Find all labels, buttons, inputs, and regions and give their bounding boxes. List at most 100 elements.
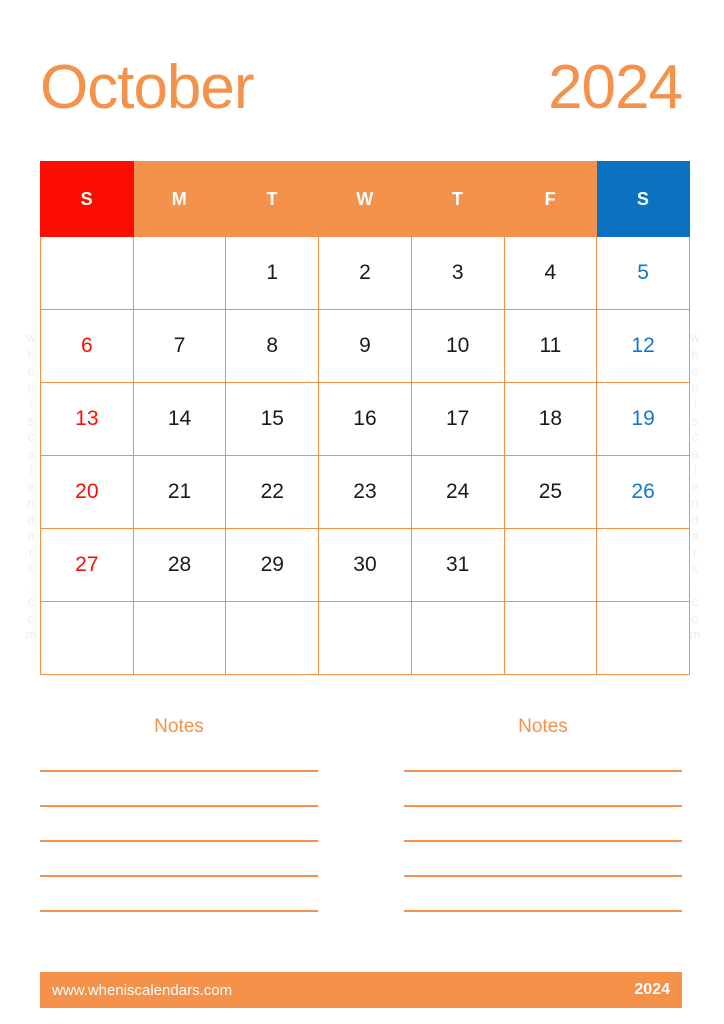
day-cell-31[interactable]: 31 [410, 528, 505, 602]
day-cell-22[interactable]: 22 [225, 455, 320, 529]
weekday-header-5: F [503, 161, 598, 237]
day-cell-10[interactable]: 10 [410, 309, 505, 383]
notes-write-line[interactable] [404, 840, 682, 842]
watermark-char: e [27, 363, 35, 378]
day-cell-27[interactable]: 27 [40, 528, 134, 602]
notes-write-line[interactable] [404, 770, 682, 772]
watermark-char: s [27, 412, 35, 428]
watermark-char: . [29, 577, 33, 593]
watermark-char: d [27, 511, 35, 527]
day-cell-25[interactable]: 25 [503, 455, 598, 529]
day-cell-17[interactable]: 17 [410, 382, 505, 456]
notes-area: Notes Notes [40, 712, 682, 952]
day-cell-30[interactable]: 30 [318, 528, 412, 602]
notes-heading: Notes [518, 716, 568, 737]
day-cell-3[interactable]: 3 [410, 236, 505, 310]
day-cell-11[interactable]: 11 [503, 309, 598, 383]
day-cell-14[interactable]: 14 [132, 382, 227, 456]
year-title: 2024 [548, 53, 683, 122]
day-cell-12[interactable]: 12 [596, 309, 690, 383]
notes-write-line[interactable] [40, 910, 318, 912]
watermark-char: c [27, 429, 35, 444]
day-cell-15[interactable]: 15 [225, 382, 320, 456]
day-cell-1[interactable]: 1 [225, 236, 320, 310]
footer-year: 2024 [634, 981, 670, 998]
watermark-char: a [27, 528, 35, 543]
day-cell-26[interactable]: 26 [596, 455, 690, 529]
calendar-page: wheniscalendars.com wheniscalendars.com … [0, 0, 724, 1024]
calendar-grid: SMTWTFS 1 2 3 4 5 6 7 8 9 10 11 12 13 14 15 16 17 18 19 20 2… [40, 161, 690, 675]
watermark-char: r [28, 544, 34, 560]
watermark-char: w [26, 330, 36, 345]
day-cell-7[interactable]: 7 [132, 309, 227, 383]
week-row: 6 7 8 9 10 11 12 [40, 309, 690, 383]
day-cell-empty [596, 528, 690, 602]
watermark-char: l [29, 462, 33, 477]
notes-column-1: Notes [40, 712, 318, 952]
day-cell-empty [132, 601, 227, 675]
watermark-char: e [27, 478, 35, 494]
calendar-title: October 2024 [40, 48, 683, 128]
watermark-char: o [27, 610, 35, 626]
notes-write-line[interactable] [40, 875, 318, 877]
day-cell-13[interactable]: 13 [40, 382, 134, 456]
day-cell-empty [225, 601, 320, 675]
watermark-char: a [27, 445, 35, 461]
day-cell-4[interactable]: 4 [503, 236, 598, 310]
day-cell-2[interactable]: 2 [318, 236, 412, 310]
notes-write-line[interactable] [404, 875, 682, 877]
weekday-header-2: T [225, 161, 320, 237]
watermark-char: s [27, 561, 35, 576]
day-cell-29[interactable]: 29 [225, 528, 320, 602]
notes-heading: Notes [154, 716, 204, 737]
notes-write-line[interactable] [40, 840, 318, 842]
week-row: 13 14 15 16 17 18 19 [40, 382, 690, 456]
day-cell-empty [132, 236, 227, 310]
week-row: 12345 [40, 236, 690, 310]
day-cell-empty [503, 601, 598, 675]
notes-write-line[interactable] [404, 910, 682, 912]
watermark-char: n [27, 495, 35, 510]
day-cell-empty [318, 601, 412, 675]
weekday-header-6: S [596, 161, 690, 237]
day-cell-empty [503, 528, 598, 602]
day-cell-21[interactable]: 21 [132, 455, 227, 529]
day-cell-5[interactable]: 5 [596, 236, 690, 310]
day-cell-24[interactable]: 24 [410, 455, 505, 529]
month-title: October [40, 53, 255, 122]
day-cell-18[interactable]: 18 [503, 382, 598, 456]
weekday-header-0: S [40, 161, 134, 237]
day-cell-8[interactable]: 8 [225, 309, 320, 383]
weekday-header-4: T [410, 161, 505, 237]
day-cell-23[interactable]: 23 [318, 455, 412, 529]
watermark-char: h [27, 346, 35, 362]
day-cell-20[interactable]: 20 [40, 455, 134, 529]
day-cell-28[interactable]: 28 [132, 528, 227, 602]
day-cell-empty [410, 601, 505, 675]
watermark-char: m [25, 627, 37, 642]
footer-website[interactable]: www.wheniscalendars.com [52, 982, 232, 999]
weekday-header-3: W [318, 161, 412, 237]
watermark-char: i [29, 396, 33, 411]
notes-column-2: Notes [404, 712, 682, 952]
notes-write-line[interactable] [40, 770, 318, 772]
watermark-char: c [27, 594, 35, 609]
calendar-body: 1 2 3 4 5 6 7 8 9 10 11 12 13 14 15 16 17 18 19 20 21 22 23 24 2… [40, 236, 690, 675]
weekday-header-row: SMTWTFS [40, 161, 690, 237]
notes-write-line[interactable] [40, 805, 318, 807]
watermark-char: n [27, 379, 35, 395]
week-row: 20 21 22 23 24 25 26 [40, 455, 690, 529]
notes-write-line[interactable] [404, 805, 682, 807]
day-cell-empty [40, 236, 134, 310]
weekday-header-1: M [132, 161, 227, 237]
day-cell-19[interactable]: 19 [596, 382, 690, 456]
week-row: 27 28 29 30 31 [40, 528, 690, 602]
watermark-left: wheniscalendars.com [20, 330, 42, 644]
day-cell-empty [596, 601, 690, 675]
day-cell-9[interactable]: 9 [318, 309, 412, 383]
day-cell-16[interactable]: 16 [318, 382, 412, 456]
day-cell-empty [40, 601, 134, 675]
day-cell-6[interactable]: 6 [40, 309, 134, 383]
week-row [40, 601, 690, 675]
footer-bar: www.wheniscalendars.com 2024 [40, 972, 682, 1008]
